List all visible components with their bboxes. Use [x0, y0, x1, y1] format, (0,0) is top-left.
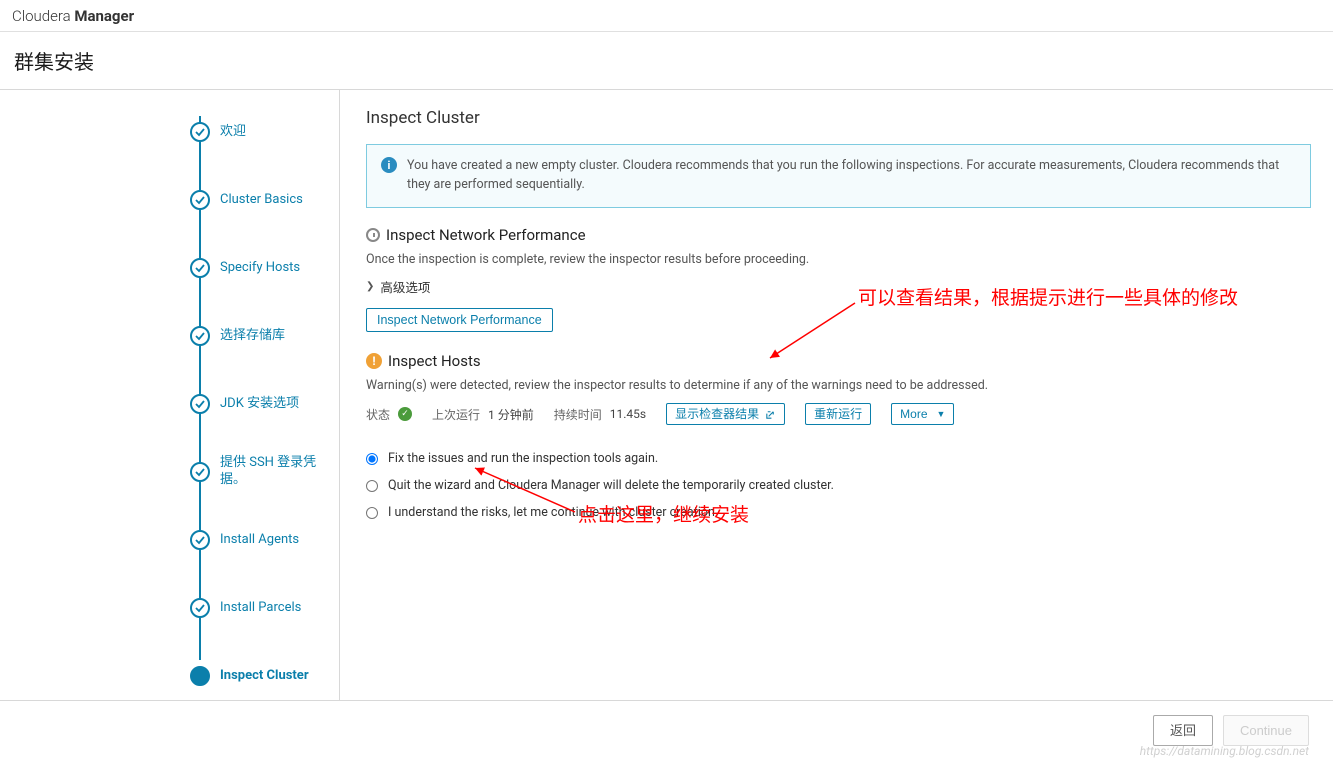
- check-icon: [190, 598, 210, 618]
- info-banner: i You have created a new empty cluster. …: [366, 144, 1311, 208]
- wizard-footer: 返回 Continue https://datamining.blog.csdn…: [0, 700, 1333, 760]
- hosts-desc: Warning(s) were detected, review the ins…: [366, 378, 1311, 393]
- clock-icon: [366, 228, 380, 242]
- brand-bold: Manager: [74, 7, 134, 25]
- wizard-sidebar: 欢迎 Cluster Basics Specify Hosts 选择存储库 JD…: [0, 90, 340, 700]
- network-section-head: Inspect Network Performance: [366, 226, 1311, 244]
- inspect-network-button[interactable]: Inspect Network Performance: [366, 308, 553, 333]
- adv-options-label: 高级选项: [380, 277, 430, 296]
- layout: 欢迎 Cluster Basics Specify Hosts 选择存储库 JD…: [0, 89, 1333, 700]
- chevron-right-icon: ❯: [366, 281, 374, 292]
- step-label: JDK 安装选项: [220, 396, 299, 413]
- step-label: Cluster Basics: [220, 192, 303, 209]
- hosts-section-title: Inspect Hosts: [388, 352, 481, 370]
- main-panel: Inspect Cluster i You have created a new…: [340, 90, 1333, 700]
- radio-quit-label: Quit the wizard and Cloudera Manager wil…: [388, 478, 834, 493]
- lastrun-group: 上次运行 1 分钟前: [432, 406, 534, 423]
- step-cluster-basics[interactable]: Cluster Basics: [190, 166, 339, 234]
- step-label: 欢迎: [220, 124, 246, 141]
- step-label: Inspect Cluster: [220, 668, 309, 685]
- step-ssh[interactable]: 提供 SSH 登录凭 据。: [190, 438, 339, 506]
- lastrun-label: 上次运行: [432, 406, 480, 423]
- rerun-button[interactable]: 重新运行: [805, 403, 871, 425]
- network-desc: Once the inspection is complete, review …: [366, 252, 1311, 267]
- more-button[interactable]: More ▼: [891, 403, 954, 425]
- watermark: https://datamining.blog.csdn.net: [1140, 744, 1309, 758]
- check-icon: [190, 326, 210, 346]
- check-icon: [190, 530, 210, 550]
- step-label: 选择存储库: [220, 328, 285, 345]
- duration-value: 11.45s: [610, 407, 646, 421]
- external-link-icon: [765, 409, 776, 420]
- step-label: Specify Hosts: [220, 260, 300, 277]
- brand-light: Cloudera: [12, 7, 74, 25]
- continue-button[interactable]: Continue: [1223, 715, 1309, 746]
- check-icon: [190, 462, 210, 482]
- step-jdk[interactable]: JDK 安装选项: [190, 370, 339, 438]
- status-group: 状态 ✓: [366, 406, 412, 423]
- step-welcome[interactable]: 欢迎: [190, 98, 339, 166]
- info-text: You have created a new empty cluster. Cl…: [407, 157, 1296, 195]
- annotation-arrow-1: [740, 298, 870, 368]
- show-results-button[interactable]: 显示检查器结果: [666, 403, 785, 425]
- check-icon: [190, 258, 210, 278]
- step-repo[interactable]: 选择存储库: [190, 302, 339, 370]
- duration-label: 持续时间: [554, 406, 602, 423]
- check-icon: [190, 190, 210, 210]
- step-label: 提供 SSH 登录凭 据。: [220, 455, 330, 489]
- check-icon: [190, 394, 210, 414]
- ok-icon: ✓: [398, 407, 412, 421]
- check-icon: [190, 122, 210, 142]
- network-section-title: Inspect Network Performance: [386, 226, 586, 244]
- lastrun-value: 1 分钟前: [488, 406, 534, 423]
- step-install-parcels[interactable]: Install Parcels: [190, 574, 339, 642]
- radio-fix-input[interactable]: [366, 453, 378, 465]
- show-results-label: 显示检查器结果: [675, 408, 759, 420]
- back-button[interactable]: 返回: [1153, 715, 1213, 746]
- inspect-cluster-heading: Inspect Cluster: [366, 108, 1311, 128]
- info-icon: i: [381, 157, 397, 173]
- advanced-options-toggle[interactable]: ❯ 高级选项: [366, 277, 1311, 296]
- page-title: 群集安装: [0, 32, 1333, 89]
- global-header: Cloudera Manager: [0, 0, 1333, 32]
- step-install-agents[interactable]: Install Agents: [190, 506, 339, 574]
- annotation-arrow-2: [460, 462, 590, 522]
- status-label: 状态: [366, 406, 390, 423]
- step-specify-hosts[interactable]: Specify Hosts: [190, 234, 339, 302]
- more-label: More: [900, 408, 927, 420]
- step-label: Install Parcels: [220, 600, 301, 617]
- duration-group: 持续时间 11.45s: [554, 406, 646, 423]
- brand: Cloudera Manager: [12, 7, 134, 25]
- warning-icon: !: [366, 353, 382, 369]
- step-label: Install Agents: [220, 532, 299, 549]
- chevron-down-icon: ▼: [937, 410, 946, 419]
- radio-understand-input[interactable]: [366, 507, 378, 519]
- status-row: 状态 ✓ 上次运行 1 分钟前 持续时间 11.45s 显示检查器结果 重新运行…: [366, 403, 1311, 425]
- current-step-icon: [190, 666, 210, 686]
- radio-quit-input[interactable]: [366, 480, 378, 492]
